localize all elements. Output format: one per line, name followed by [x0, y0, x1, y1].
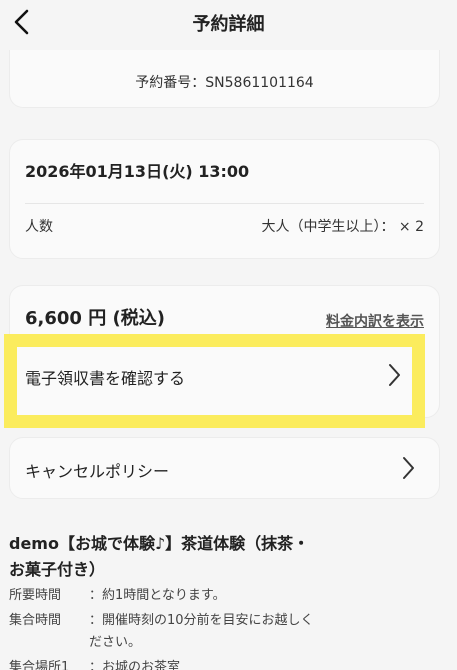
detail-value: ：約1時間となります。: [89, 588, 226, 603]
booking-number: 予約番号：SN5861101164: [135, 75, 314, 91]
chevron-right-icon: [384, 361, 404, 389]
experience-title: demo【お城で体験♪】茶道体験（抹茶・お菓子付き）: [9, 534, 310, 579]
detail-row-meeting-place: 集合場所1 ：お城のお茶室: [9, 657, 329, 670]
detail-value: ：お城のお茶室: [89, 660, 181, 670]
schedule-card: 2026年01月13日(火) 13:00 人数 大人（中学生以上）： × 2: [9, 139, 440, 259]
price-breakdown-link[interactable]: 料金内訳を表示: [326, 311, 424, 331]
people-value: 大人（中学生以上）： × 2: [261, 219, 424, 235]
page-title: 予約詳細: [192, 14, 265, 35]
cancel-policy-button[interactable]: キャンセルポリシー: [9, 437, 440, 499]
detail-key: 集合時間: [9, 613, 62, 628]
people-label: 人数: [25, 219, 53, 235]
chevron-right-icon: [398, 454, 418, 482]
total-price: 6,600 円 (税込): [25, 308, 165, 329]
booking-datetime: 2026年01月13日(火) 13:00: [25, 162, 250, 181]
booking-number-card: 予約番号：SN5861101164: [9, 50, 440, 108]
e-receipt-label: 電子領収書を確認する: [25, 369, 186, 388]
cancel-policy-label: キャンセルポリシー: [25, 462, 170, 481]
detail-row-meeting-time: 集合時間 ：開催時刻の10分前を目安にお越しください。: [9, 610, 329, 654]
detail-value: ：開催時刻の10分前を目安にお越しください。: [89, 613, 314, 650]
detail-row-duration: 所要時間 ：約1時間となります。: [9, 585, 329, 607]
header-bar: 予約詳細: [0, 0, 457, 44]
detail-key: 集合場所1: [9, 660, 70, 670]
divider: [25, 203, 424, 204]
detail-key: 所要時間: [9, 588, 62, 603]
e-receipt-button[interactable]: 電子領収書を確認する: [17, 347, 409, 415]
